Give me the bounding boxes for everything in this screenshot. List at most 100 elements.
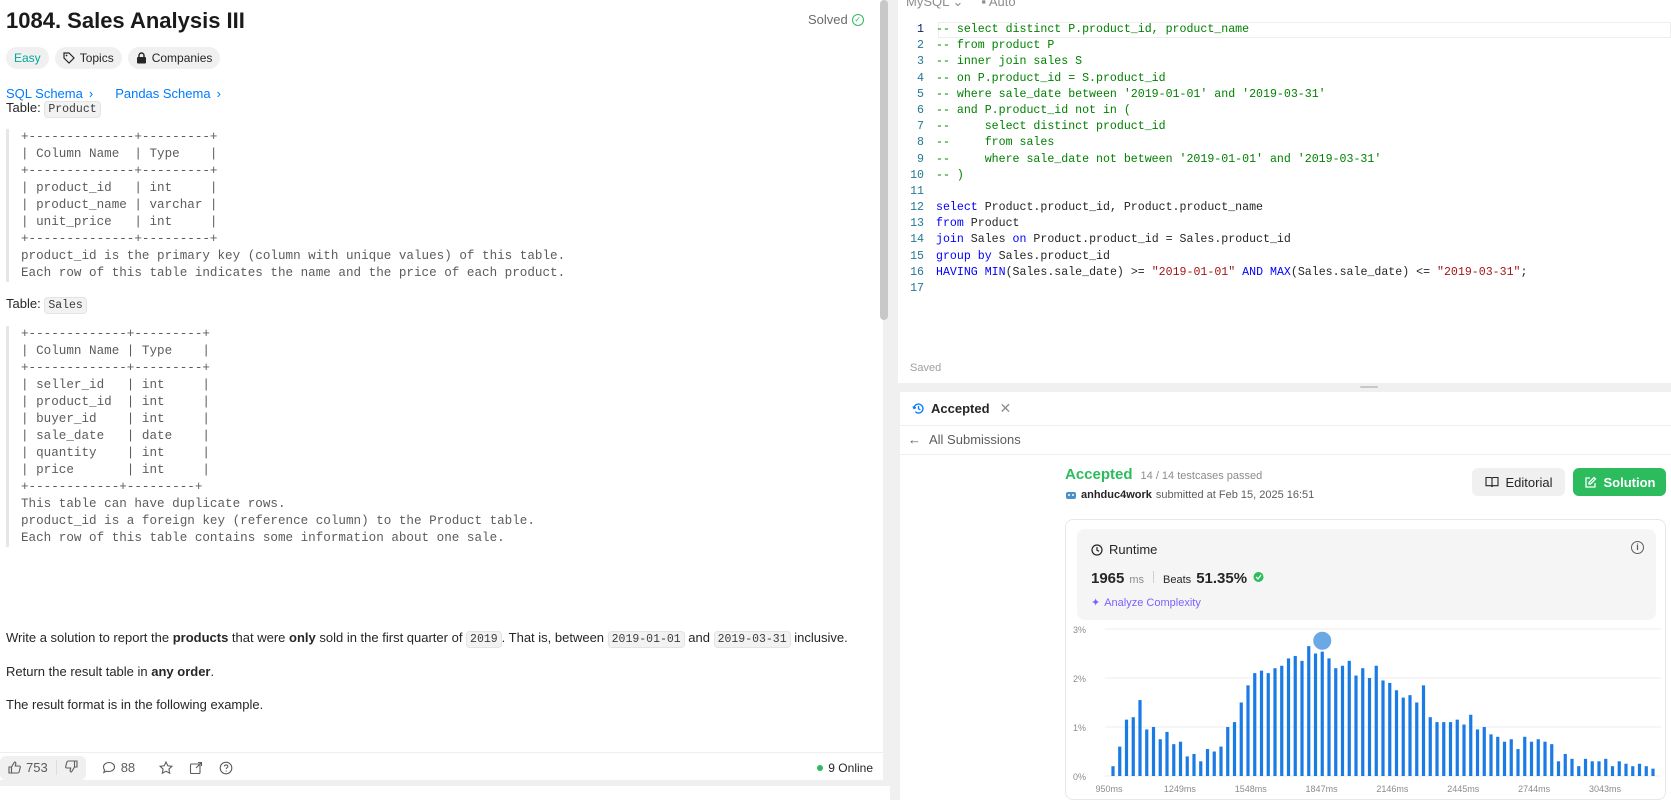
chart-bar[interactable] xyxy=(1280,665,1284,776)
chart-bar[interactable] xyxy=(1570,758,1574,776)
analyze-complexity-link[interactable]: ✦ Analyze Complexity xyxy=(1091,596,1201,610)
like-button[interactable]: 753 xyxy=(0,760,57,775)
chart-bar[interactable] xyxy=(1374,665,1378,776)
chart-bar[interactable] xyxy=(1273,668,1277,776)
chart-bar[interactable] xyxy=(1205,749,1210,776)
chart-bar[interactable] xyxy=(1388,682,1392,776)
chart-bar[interactable] xyxy=(1469,714,1473,776)
all-submissions-link[interactable]: ← All Submissions xyxy=(908,432,1021,447)
chart-bar[interactable] xyxy=(1232,722,1237,776)
chart-bar[interactable] xyxy=(1550,744,1554,776)
chart-bar[interactable] xyxy=(1172,744,1176,776)
companies-tag-button[interactable]: Companies xyxy=(127,47,221,69)
favorite-button[interactable] xyxy=(159,760,174,775)
chart-bar[interactable] xyxy=(1192,753,1196,776)
chart-bar[interactable] xyxy=(1118,746,1122,776)
chart-bar[interactable] xyxy=(1563,753,1567,776)
chart-bar[interactable] xyxy=(1361,668,1365,776)
chart-bar[interactable] xyxy=(1185,756,1189,776)
code-lines[interactable]: 1 -- select distinct P.product_id, produc… xyxy=(898,22,1671,297)
chart-bar[interactable] xyxy=(1226,727,1230,776)
chart-bar[interactable] xyxy=(1320,643,1324,776)
editorial-button[interactable]: Editorial xyxy=(1472,468,1565,496)
chart-bar[interactable] xyxy=(1428,717,1432,776)
comments-button[interactable]: 88 xyxy=(102,760,135,775)
chart-bar[interactable] xyxy=(1124,719,1129,776)
chart-bar[interactable] xyxy=(1259,670,1264,776)
chart-bar[interactable] xyxy=(1300,660,1304,776)
chart-bar[interactable] xyxy=(1489,734,1493,776)
chart-bar[interactable] xyxy=(1327,658,1331,776)
chart-bar[interactable] xyxy=(1219,746,1223,776)
chart-bar[interactable] xyxy=(1165,731,1169,776)
runtime-box[interactable]: Runtime i 1965 ms Beats 51.35% ✦ Analyze… xyxy=(1077,529,1656,620)
pandas-schema-link[interactable]: Pandas Schema › xyxy=(115,86,221,101)
dislike-button[interactable] xyxy=(57,759,86,776)
chart-bar[interactable] xyxy=(1145,729,1149,776)
chart-bar[interactable] xyxy=(1529,741,1534,776)
chart-bar[interactable] xyxy=(1543,741,1547,776)
info-icon[interactable]: i xyxy=(1631,541,1644,554)
chart-bar[interactable] xyxy=(1286,658,1291,776)
chart-bar[interactable] xyxy=(1347,660,1351,776)
chart-bar[interactable] xyxy=(1138,700,1142,776)
chart-bar[interactable] xyxy=(1637,763,1642,776)
tab-accepted[interactable]: Accepted ✕ xyxy=(912,400,1011,417)
chart-bar[interactable] xyxy=(1462,724,1466,776)
chart-bar[interactable] xyxy=(1610,766,1615,776)
chart-bar[interactable] xyxy=(1266,673,1270,776)
chart-bar[interactable] xyxy=(1313,653,1318,777)
chart-bar[interactable] xyxy=(1624,763,1628,776)
solution-button[interactable]: Solution xyxy=(1573,468,1666,496)
chart-bar[interactable] xyxy=(1442,722,1446,776)
chart-bar[interactable] xyxy=(1509,739,1513,776)
language-selector[interactable]: MySQL ⌄ xyxy=(906,0,963,10)
chart-bar[interactable] xyxy=(1151,727,1156,776)
chart-bar[interactable] xyxy=(1381,680,1385,776)
chart-bar[interactable] xyxy=(1401,697,1405,776)
chart-bar[interactable] xyxy=(1334,668,1338,776)
chart-bar[interactable] xyxy=(1475,729,1480,776)
chart-bar[interactable] xyxy=(1583,758,1588,776)
chart-bar[interactable] xyxy=(1556,761,1561,776)
chart-bar[interactable] xyxy=(1367,678,1372,776)
chart-bar[interactable] xyxy=(1617,761,1621,776)
chart-bar[interactable] xyxy=(1496,736,1500,776)
chart-bar[interactable] xyxy=(1516,749,1520,776)
chart-bar[interactable] xyxy=(1307,646,1311,776)
chart-bar[interactable] xyxy=(1212,751,1216,777)
chart-bar[interactable] xyxy=(1536,739,1540,776)
chart-bar[interactable] xyxy=(1178,741,1183,776)
chart-bar[interactable] xyxy=(1394,690,1399,776)
chart-bar[interactable] xyxy=(1131,717,1135,776)
username-link[interactable]: anhduc4work xyxy=(1081,489,1152,501)
chart-bar[interactable] xyxy=(1435,722,1439,776)
chart-bar[interactable] xyxy=(1293,655,1297,776)
chart-bar[interactable] xyxy=(1421,685,1426,776)
chart-bar[interactable] xyxy=(1644,766,1648,776)
chart-bar[interactable] xyxy=(1158,739,1162,776)
chart-bar[interactable] xyxy=(1199,761,1203,776)
chart-bar[interactable] xyxy=(1523,736,1527,776)
chart-bar[interactable] xyxy=(1239,702,1243,777)
chart-bar[interactable] xyxy=(1482,727,1486,776)
close-icon[interactable]: ✕ xyxy=(1000,400,1012,417)
chart-bar[interactable] xyxy=(1408,695,1412,776)
chart-bar[interactable] xyxy=(1455,719,1459,776)
chart-bar[interactable] xyxy=(1415,702,1419,777)
chart-bar[interactable] xyxy=(1604,758,1608,776)
share-button[interactable] xyxy=(189,761,203,775)
chart-bar[interactable] xyxy=(1246,685,1250,776)
user-avatar-marker[interactable] xyxy=(1311,629,1334,652)
topics-tag-button[interactable]: Topics xyxy=(54,47,122,69)
chart-bar[interactable] xyxy=(1111,766,1115,776)
runtime-distribution-chart[interactable]: 3% 2% 1% 0% 950ms 1249ms 1548ms 1847ms 2146ms 244… xyxy=(1065,624,1666,800)
description-scrollbar[interactable] xyxy=(880,0,888,320)
chart-bar[interactable] xyxy=(1253,673,1257,776)
chart-bar[interactable] xyxy=(1354,675,1358,776)
sql-schema-link[interactable]: SQL Schema › xyxy=(6,86,93,101)
chart-bar[interactable] xyxy=(1631,766,1635,776)
chart-bar[interactable] xyxy=(1577,766,1581,776)
chart-bar[interactable] xyxy=(1590,761,1594,776)
auto-mode-toggle[interactable]: ▪ Auto xyxy=(981,0,1015,10)
